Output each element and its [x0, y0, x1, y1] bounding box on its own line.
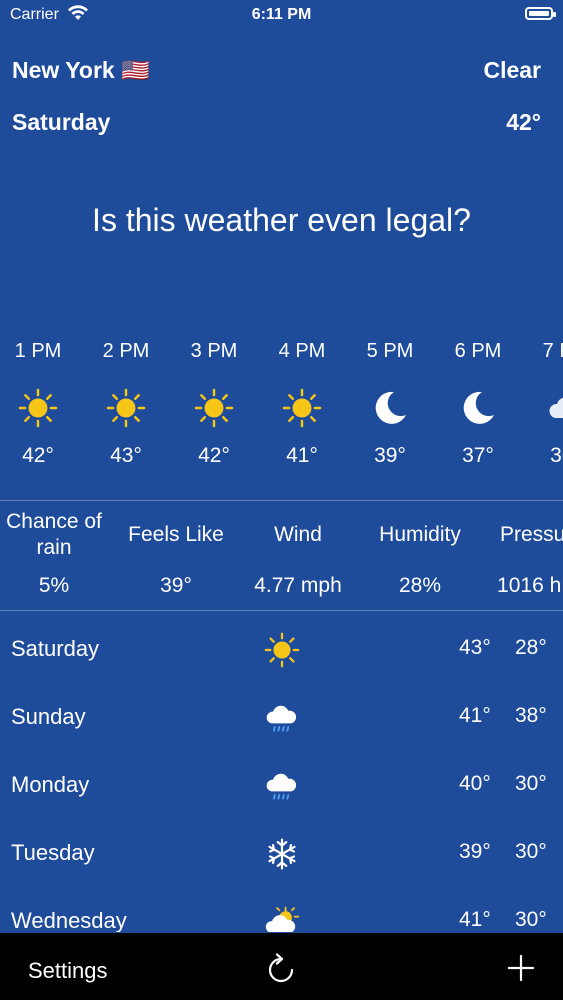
- detail-label: Chance of rain: [6, 510, 102, 559]
- sun-icon: [82, 386, 170, 430]
- detail-value: 39°: [160, 574, 192, 597]
- hour-temperature: 42°: [198, 444, 230, 467]
- detail-label: Feels Like: [128, 523, 224, 546]
- hour-temperature: 37°: [462, 444, 494, 467]
- hour-temperature: 39°: [374, 444, 406, 467]
- hour-time: 6 PM: [454, 340, 502, 362]
- detail-value: 1016 hPa: [497, 574, 563, 597]
- rain-cloud-icon: [262, 766, 302, 806]
- settings-button[interactable]: Settings: [28, 958, 108, 984]
- hourly-item: 1 PM 42°: [0, 336, 82, 468]
- partly-sunny-icon: [262, 902, 302, 932]
- header-bottom-row: Saturday 42°: [12, 109, 541, 136]
- day-name: Wednesday: [11, 908, 127, 932]
- status-time: 6:11 PM: [251, 6, 312, 23]
- hour-time: 3 PM: [190, 340, 238, 362]
- hour-temperature: 42°: [22, 444, 54, 467]
- detail-chance-of-rain: Chance of rain 5%: [0, 508, 115, 598]
- header-top-row: New York 🇺🇸 Clear: [12, 57, 541, 84]
- sun-icon: [262, 630, 302, 670]
- hourly-item: 5 PM 39°: [346, 336, 434, 468]
- cloud-icon: [522, 386, 563, 430]
- hour-time: 4 PM: [278, 340, 326, 362]
- weather-message: Is this weather even legal?: [92, 202, 471, 238]
- day-low: 30°: [515, 908, 547, 931]
- detail-label: Pressure: [499, 523, 563, 546]
- day-low: 30°: [515, 840, 547, 863]
- detail-value: 4.77 mph: [254, 574, 342, 597]
- status-bar: Carrier 6:11 PM: [0, 0, 563, 30]
- divider: [0, 500, 563, 501]
- hour-time: 2 PM: [102, 340, 150, 362]
- refresh-icon[interactable]: [266, 953, 296, 990]
- hourly-item: 6 PM 37°: [434, 336, 522, 468]
- day-high: 41°: [459, 704, 491, 727]
- day-name: Sunday: [11, 704, 86, 729]
- hour-time: 1 PM: [14, 340, 62, 362]
- hourly-forecast[interactable]: 1 PM 42° 2 PM 43° 3 PM 42° 4 PM 41° 5 PM…: [0, 336, 563, 486]
- rain-cloud-icon: [262, 698, 302, 738]
- detail-value: 5%: [38, 574, 70, 597]
- daily-row: Wednesday 41° 30°: [0, 892, 563, 932]
- detail-value: 28%: [398, 574, 442, 597]
- city-name: New York 🇺🇸: [12, 57, 150, 83]
- snowflake-icon: [262, 834, 302, 874]
- daily-row: Saturday 43° 28°: [0, 620, 563, 680]
- hourly-item: 2 PM 43°: [82, 336, 170, 468]
- sun-icon: [258, 386, 346, 430]
- divider: [0, 610, 563, 611]
- detail-wind: Wind 4.77 mph: [237, 508, 359, 598]
- detail-label: Wind: [274, 523, 322, 546]
- daily-row: Sunday 41° 38°: [0, 688, 563, 748]
- add-icon[interactable]: [506, 953, 536, 988]
- hour-temperature: 43°: [110, 444, 142, 467]
- battery-icon: [525, 7, 556, 20]
- moon-icon: [346, 386, 434, 430]
- hour-time: 7 PM: [542, 340, 563, 362]
- sun-icon: [0, 386, 82, 430]
- moon-icon: [434, 386, 522, 430]
- day-name: Tuesday: [11, 840, 95, 865]
- hourly-item: 4 PM 41°: [258, 336, 346, 468]
- day-high: 40°: [459, 772, 491, 795]
- current-condition: Clear: [483, 57, 541, 83]
- current-day: Saturday: [12, 109, 111, 135]
- hourly-item: 3 PM 42°: [170, 336, 258, 468]
- hour-time: 5 PM: [366, 340, 414, 362]
- day-name: Monday: [11, 772, 90, 797]
- weather-details[interactable]: Chance of rain 5% Feels Like 39° Wind 4.…: [0, 508, 563, 608]
- current-temperature: 42°: [506, 109, 541, 135]
- tab-bar: Settings: [0, 933, 563, 1000]
- hour-temperature: 36°: [550, 444, 563, 467]
- day-low: 38°: [515, 704, 547, 727]
- day-high: 41°: [459, 908, 491, 931]
- daily-forecast[interactable]: Saturday 43° 28° Sunday 41° 38° Monday 4…: [0, 620, 563, 932]
- day-high: 39°: [459, 840, 491, 863]
- detail-feels-like: Feels Like 39°: [115, 508, 237, 598]
- detail-humidity: Humidity 28%: [359, 508, 481, 598]
- day-low: 30°: [515, 772, 547, 795]
- daily-row: Tuesday 39° 30°: [0, 824, 563, 884]
- sun-icon: [170, 386, 258, 430]
- hour-temperature: 41°: [286, 444, 318, 467]
- hourly-item: 7 PM 36°: [522, 336, 563, 468]
- day-high: 43°: [459, 636, 491, 659]
- day-low: 28°: [515, 636, 547, 659]
- detail-pressure: Pressure 1016 hPa: [481, 508, 563, 598]
- detail-label: Humidity: [379, 523, 461, 546]
- day-name: Saturday: [11, 636, 100, 661]
- daily-row: Monday 40° 30°: [0, 756, 563, 816]
